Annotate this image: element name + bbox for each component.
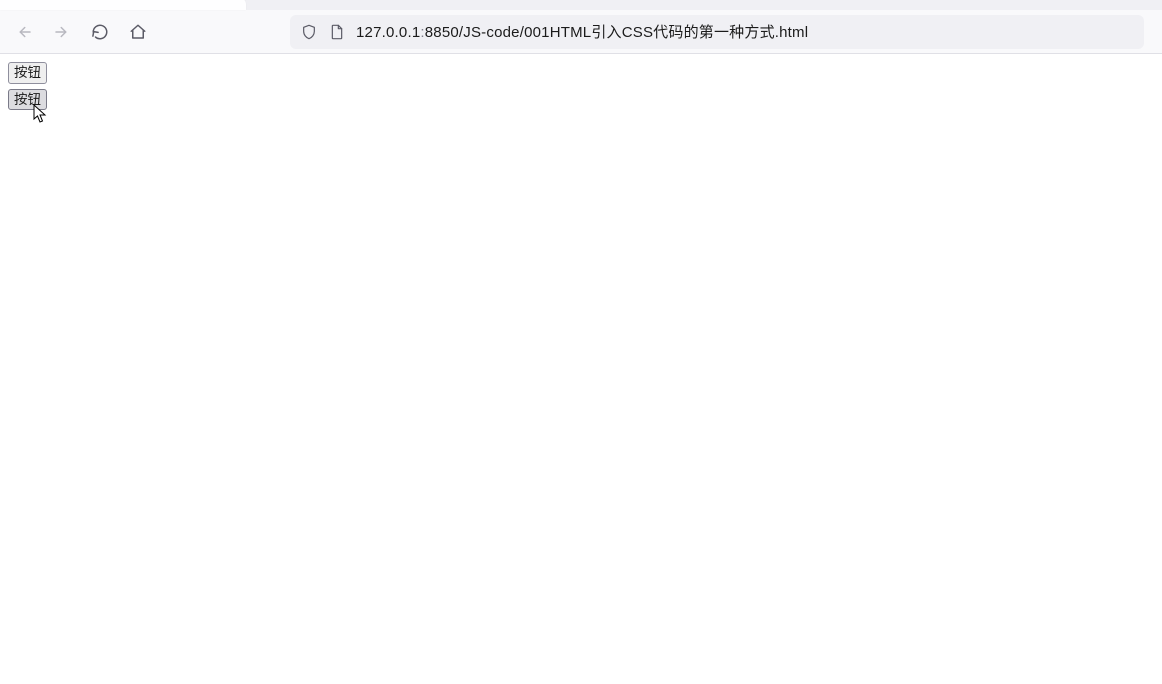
button-1[interactable]: 按钮	[8, 62, 47, 84]
button-2[interactable]: 按钮	[8, 89, 47, 111]
home-icon	[129, 23, 147, 41]
url-text: 127.0.0.1:8850/JS-code/001HTML引入CSS代码的第一…	[356, 21, 808, 42]
page-icon[interactable]	[328, 23, 346, 41]
url-host: 127.0.0.1	[356, 24, 420, 41]
reload-button[interactable]	[84, 16, 116, 48]
page-content: 按钮 按钮	[0, 54, 1162, 123]
shield-icon[interactable]	[300, 23, 318, 41]
arrow-left-icon	[15, 23, 33, 41]
forward-button[interactable]	[46, 16, 78, 48]
active-tab[interactable]	[0, 0, 246, 10]
address-bar[interactable]: 127.0.0.1:8850/JS-code/001HTML引入CSS代码的第一…	[290, 15, 1144, 49]
browser-toolbar: 127.0.0.1:8850/JS-code/001HTML引入CSS代码的第一…	[0, 10, 1162, 54]
arrow-right-icon	[53, 23, 71, 41]
home-button[interactable]	[122, 16, 154, 48]
tab-strip	[0, 0, 1162, 10]
reload-icon	[91, 23, 109, 41]
back-button[interactable]	[8, 16, 40, 48]
url-path: 8850/JS-code/001HTML引入CSS代码的第一种方式.html	[425, 24, 809, 41]
